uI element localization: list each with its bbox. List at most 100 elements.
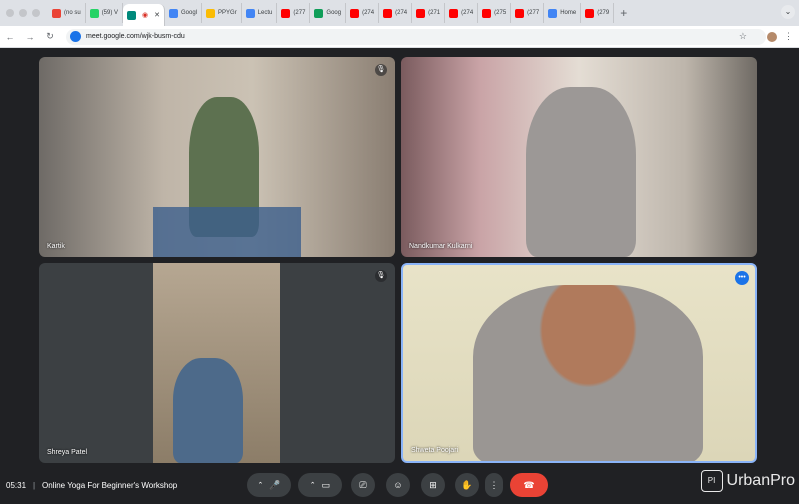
raise-hand-button[interactable]: ✋	[455, 473, 479, 497]
youtube-icon	[383, 8, 393, 18]
docs-icon	[245, 8, 255, 18]
participant-figure	[173, 358, 243, 463]
whatsapp-icon	[89, 8, 99, 18]
youtube-icon	[449, 8, 459, 18]
drive-icon	[206, 8, 216, 18]
browser-tab[interactable]: Googl	[165, 3, 203, 23]
maximize-window-icon[interactable]	[32, 9, 40, 17]
participant-video	[526, 87, 636, 257]
youtube-icon	[515, 8, 525, 18]
minimize-window-icon[interactable]	[19, 9, 27, 17]
gmail-icon	[52, 8, 61, 18]
meeting-time: 05:31	[6, 480, 27, 490]
browser-tab[interactable]: (59) V	[86, 3, 124, 23]
speaking-indicator-icon: •••	[735, 271, 749, 285]
drive-icon	[314, 8, 324, 18]
youtube-icon	[585, 8, 595, 18]
browser-tab[interactable]: Home	[544, 3, 582, 23]
browser-tab[interactable]: (275	[478, 3, 512, 23]
new-tab-button[interactable]: +	[614, 6, 633, 20]
participant-tile-nandkumar[interactable]: Nandkumar Kulkarni	[401, 57, 757, 257]
meeting-title: Online Yoga For Beginner's Workshop	[42, 480, 178, 490]
browser-tab-label: (274	[461, 10, 474, 16]
watermark-logo: PI	[700, 470, 723, 492]
meet-icon	[127, 10, 137, 20]
chevron-up-icon[interactable]: ⌃	[257, 481, 263, 489]
browser-tab-label: (277	[293, 10, 306, 16]
camera-button[interactable]: ⌃ ▭	[298, 473, 342, 497]
bookmark-star-icon[interactable]: ☆	[739, 31, 747, 42]
participant-tile-shreya[interactable]: 🎙 Shreya Patel	[39, 263, 395, 463]
browser-tab[interactable]: (274	[445, 3, 479, 23]
more-options-button[interactable]: ⋮	[485, 473, 503, 497]
leave-call-button[interactable]: ☎	[510, 473, 548, 497]
tab-search-chevron-icon[interactable]: ⌄	[781, 5, 795, 19]
more-options-icon: ⋮	[489, 479, 499, 490]
participant-tile-shweta[interactable]: ••• Shweta Poojari	[401, 263, 757, 463]
browser-tab-bar: (no su (59) V ◉ ✕ Googl PPYGr Lectu (277 Goog (27…	[0, 0, 799, 26]
participant-name: Kartik	[47, 243, 65, 250]
emoji-reaction-button[interactable]: ☺	[386, 473, 410, 497]
url-text: meet.google.com/wjk-busm-cdu	[86, 33, 185, 40]
profile-avatar[interactable]	[767, 31, 777, 42]
watermark-text: UrbanPro	[726, 472, 795, 489]
browser-tab-label: (279	[597, 10, 610, 16]
participant-name: Nandkumar Kulkarni	[409, 243, 473, 250]
browser-tab[interactable]: Goog	[310, 3, 347, 23]
browser-tab[interactable]: (271	[412, 3, 446, 23]
browser-tab-label: Home	[560, 10, 577, 16]
participant-tile-kartik[interactable]: 🎙 Kartik	[39, 57, 395, 257]
browser-menu-icon[interactable]: ⋮	[784, 31, 793, 42]
window-controls[interactable]	[0, 9, 48, 17]
participant-name: Shweta Poojari	[411, 447, 459, 454]
present-screen-button[interactable]: ⊞	[421, 473, 445, 497]
raise-hand-icon: ✋	[461, 479, 473, 490]
participant-video	[473, 285, 703, 461]
browser-tab[interactable]: Lectu	[242, 3, 278, 23]
browser-tab[interactable]: (279	[581, 3, 615, 23]
browser-tab-label: (271	[428, 10, 441, 16]
youtube-icon	[482, 8, 492, 18]
browser-tab-label: (274	[395, 10, 408, 16]
meeting-separator: |	[33, 480, 36, 490]
muted-mic-icon: 🎙	[375, 64, 387, 76]
browser-tab[interactable]: (277	[277, 3, 311, 23]
microphone-icon: 🎤	[269, 479, 281, 490]
end-call-icon: ☎	[523, 479, 535, 490]
microphone-button[interactable]: ⌃ 🎤	[247, 473, 291, 497]
close-tab-icon[interactable]: ✕	[154, 11, 160, 19]
browser-tab-label: (275	[494, 10, 507, 16]
url-input[interactable]: meet.google.com/wjk-busm-cdu	[66, 28, 766, 45]
close-window-icon[interactable]	[6, 9, 14, 17]
address-bar: ← → ↻ meet.google.com/wjk-busm-cdu ☆ ⋮	[0, 26, 799, 48]
google-icon	[169, 8, 179, 18]
recording-indicator-icon: ◉	[142, 12, 149, 19]
back-icon[interactable]: ←	[0, 32, 20, 42]
youtube-icon	[281, 8, 291, 18]
captions-button[interactable]: ⎚	[351, 473, 375, 497]
captions-icon: ⎚	[359, 479, 367, 490]
browser-tab-label: (277	[527, 10, 540, 16]
youtube-icon	[416, 8, 426, 18]
site-info-icon[interactable]	[70, 31, 81, 42]
forward-icon[interactable]: →	[20, 32, 40, 42]
reload-icon[interactable]: ↻	[40, 31, 60, 42]
yoga-mat	[153, 207, 301, 257]
browser-tab[interactable]: (274	[346, 3, 380, 23]
browser-tab[interactable]: (274	[379, 3, 413, 23]
browser-tab[interactable]: (277	[511, 3, 545, 23]
google-icon	[548, 8, 558, 18]
browser-tab-label: (59) V	[101, 10, 119, 16]
browser-tab[interactable]: PPYGr	[202, 3, 242, 23]
participant-video	[153, 263, 280, 463]
browser-tab-label: (274	[362, 10, 375, 16]
urbanpro-watermark: PI UrbanPro	[700, 466, 795, 496]
browser-tab[interactable]: (no su	[48, 3, 86, 23]
chevron-up-icon[interactable]: ⌃	[310, 481, 316, 489]
browser-tab-label: Googl	[181, 10, 198, 16]
browser-tab[interactable]: ◉ ✕	[123, 4, 166, 26]
browser-tab-label: Goog	[326, 10, 342, 16]
browser-tab-label: (no su	[64, 10, 81, 16]
youtube-icon	[350, 8, 360, 18]
muted-mic-icon: 🎙	[375, 270, 387, 282]
